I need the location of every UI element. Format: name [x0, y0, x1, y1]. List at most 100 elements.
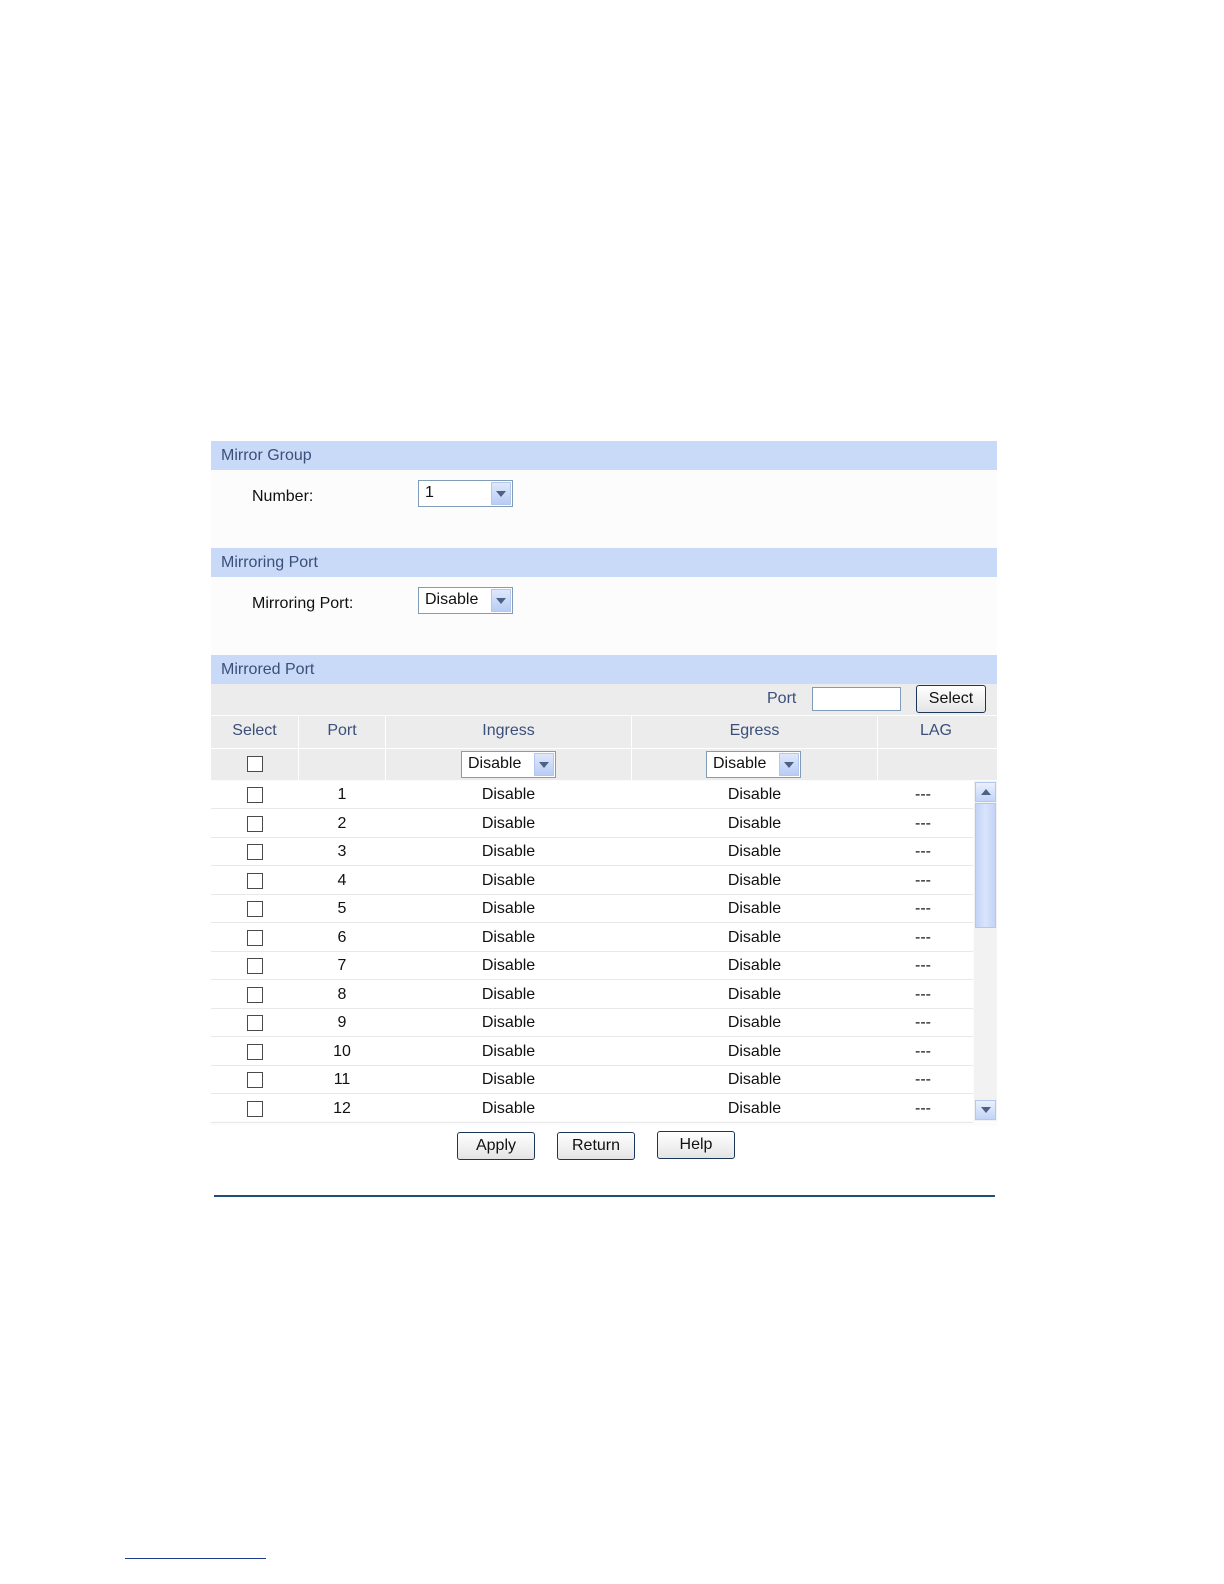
- row-lag: ---: [915, 843, 931, 860]
- column-divider: [298, 749, 299, 780]
- mirror-config-panel: Mirror Group Number: 1 Mirroring Port Mi…: [211, 441, 997, 1160]
- return-button[interactable]: Return: [557, 1132, 635, 1160]
- row-lag: ---: [915, 1042, 931, 1060]
- scroll-up-arrow-icon[interactable]: [975, 782, 996, 802]
- table-row: 4 Disable Disable ---: [211, 867, 973, 895]
- column-divider: [631, 749, 632, 780]
- column-header-ingress: Ingress: [482, 722, 535, 739]
- row-lag: ---: [915, 1014, 931, 1031]
- row-ingress: Disable: [481, 1042, 536, 1060]
- scroll-down-arrow-icon[interactable]: [975, 1100, 996, 1120]
- row-select-checkbox[interactable]: [247, 815, 263, 832]
- row-egress: Disable: [727, 900, 782, 917]
- row-ingress: Disable: [481, 928, 536, 946]
- row-lag: ---: [915, 900, 931, 917]
- table-row: 3 Disable Disable ---: [211, 838, 973, 866]
- row-egress: Disable: [727, 786, 782, 803]
- ingress-all-select[interactable]: Disable: [461, 751, 556, 778]
- apply-button[interactable]: Apply: [457, 1132, 535, 1160]
- row-port: 12: [333, 1099, 351, 1117]
- row-lag: ---: [915, 1071, 931, 1088]
- table-row: 10 Disable Disable ---: [211, 1038, 973, 1066]
- row-lag: ---: [915, 957, 931, 974]
- table-row: 8 Disable Disable ---: [211, 981, 973, 1009]
- row-lag: ---: [915, 928, 931, 946]
- row-select-checkbox[interactable]: [247, 901, 263, 917]
- row-lag: ---: [915, 985, 931, 1003]
- row-lag: ---: [915, 814, 931, 832]
- mirroring-port-header: Mirroring Port: [211, 548, 997, 577]
- row-select-checkbox[interactable]: [247, 986, 263, 1003]
- row-select-checkbox[interactable]: [247, 787, 263, 803]
- chevron-down-icon[interactable]: [534, 753, 554, 776]
- egress-all-select[interactable]: Disable: [706, 751, 801, 778]
- row-lag: ---: [915, 786, 931, 803]
- column-divider: [877, 749, 878, 780]
- chevron-down-icon[interactable]: [779, 753, 799, 776]
- row-select-checkbox[interactable]: [247, 872, 263, 889]
- table-scrollbar[interactable]: [974, 781, 997, 1121]
- row-port: 6: [337, 928, 347, 946]
- footnote-separator: [125, 1558, 266, 1559]
- row-select-checkbox[interactable]: [247, 1100, 263, 1117]
- row-ingress: Disable: [481, 1014, 536, 1031]
- table-row: 12 Disable Disable ---: [211, 1095, 973, 1123]
- row-select-checkbox[interactable]: [247, 1015, 263, 1031]
- row-ingress: Disable: [481, 1099, 536, 1117]
- port-filter-label: Port: [767, 690, 797, 707]
- row-ingress: Disable: [481, 814, 536, 832]
- table-row: 11 Disable Disable ---: [211, 1066, 973, 1094]
- select-button[interactable]: Select: [916, 685, 986, 713]
- row-select-checkbox[interactable]: [247, 1072, 263, 1088]
- number-select[interactable]: 1: [418, 480, 513, 507]
- table-row: 7 Disable Disable ---: [211, 952, 973, 980]
- column-header-select: Select: [232, 722, 277, 739]
- row-egress: Disable: [727, 1042, 782, 1060]
- help-button[interactable]: Help: [657, 1131, 735, 1159]
- row-egress: Disable: [727, 928, 782, 946]
- row-port: 2: [337, 814, 347, 832]
- column-header-port: Port: [327, 722, 357, 739]
- table-row: 2 Disable Disable ---: [211, 810, 973, 838]
- column-header-lag: LAG: [919, 722, 952, 739]
- row-select-checkbox[interactable]: [247, 958, 263, 974]
- horizontal-rule: [214, 1195, 995, 1197]
- table-row: 1 Disable Disable ---: [211, 781, 973, 809]
- row-egress: Disable: [727, 871, 782, 889]
- row-egress: Disable: [727, 985, 782, 1003]
- table-row: 5 Disable Disable ---: [211, 895, 973, 923]
- row-select-checkbox[interactable]: [247, 1043, 263, 1060]
- row-select-checkbox[interactable]: [247, 844, 263, 860]
- row-egress: Disable: [727, 843, 782, 860]
- row-ingress: Disable: [481, 957, 536, 974]
- row-select-checkbox[interactable]: [247, 929, 263, 946]
- number-select-value: 1: [425, 484, 434, 501]
- mirrored-port-header: Mirrored Port: [211, 655, 997, 684]
- mirror-group-header: Mirror Group: [211, 441, 997, 470]
- column-divider: [385, 749, 386, 780]
- row-port: 3: [337, 843, 347, 860]
- row-port: 10: [333, 1042, 351, 1060]
- select-all-checkbox[interactable]: [247, 756, 263, 772]
- mirroring-port-label: Mirroring Port:: [252, 595, 354, 612]
- row-egress: Disable: [727, 957, 782, 974]
- row-port: 9: [337, 1014, 347, 1031]
- row-port: 5: [337, 900, 347, 917]
- scrollbar-thumb[interactable]: [975, 803, 996, 928]
- row-egress: Disable: [727, 1071, 782, 1088]
- table-row: 6 Disable Disable ---: [211, 924, 973, 952]
- chevron-down-icon[interactable]: [491, 482, 511, 505]
- column-header-egress: Egress: [729, 722, 780, 739]
- row-port: 8: [337, 985, 347, 1003]
- row-egress: Disable: [727, 1099, 782, 1117]
- row-ingress: Disable: [481, 786, 536, 803]
- row-lag: ---: [915, 871, 931, 889]
- mirrored-port-table-body: 1 Disable Disable --- 2 Disable Disable --- 3 Dis…: [211, 781, 973, 1123]
- table-row: 9 Disable Disable ---: [211, 1009, 973, 1037]
- mirroring-port-select[interactable]: Disable: [418, 587, 513, 614]
- chevron-down-icon[interactable]: [491, 589, 511, 612]
- port-filter-input[interactable]: [812, 687, 901, 711]
- table-header: Select Port Ingress Egress LAG: [211, 716, 997, 748]
- row-ingress: Disable: [481, 985, 536, 1003]
- egress-all-value: Disable: [713, 755, 767, 772]
